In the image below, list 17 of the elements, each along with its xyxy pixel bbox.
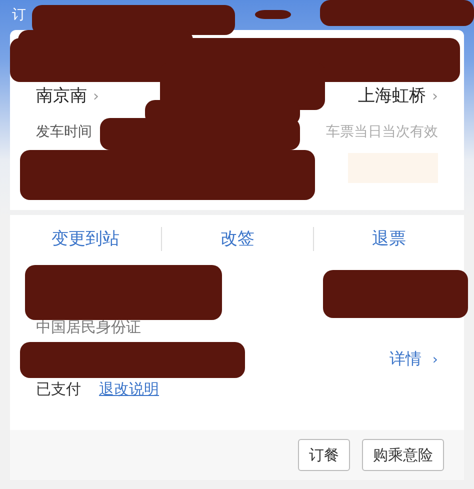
footer-button[interactable]: 订餐	[298, 439, 350, 471]
arrival-station[interactable]: 上海虹桥	[358, 86, 426, 106]
id-type: 中国居民身份证	[36, 318, 142, 337]
action-button[interactable]: 改签	[161, 226, 313, 250]
departure-station[interactable]: 南京南	[36, 86, 87, 106]
details-link[interactable]: 详情 ›	[389, 349, 438, 370]
action-button[interactable]: 变更到站	[10, 226, 162, 250]
page-title: 订	[12, 6, 26, 24]
action-button[interactable]: 退票	[312, 226, 464, 250]
redaction-scribble	[255, 10, 291, 19]
validity-note: 车票当日当次有效	[326, 123, 438, 141]
departure-time-label: 发车时间	[36, 123, 92, 141]
footer-button[interactable]: 购乘意险	[362, 439, 444, 471]
payment-status: 已支付	[36, 380, 81, 399]
refund-policy-link[interactable]: 退改说明	[99, 380, 159, 399]
chevron-icon: ›	[93, 87, 99, 105]
chevron-icon: ›	[432, 87, 438, 105]
